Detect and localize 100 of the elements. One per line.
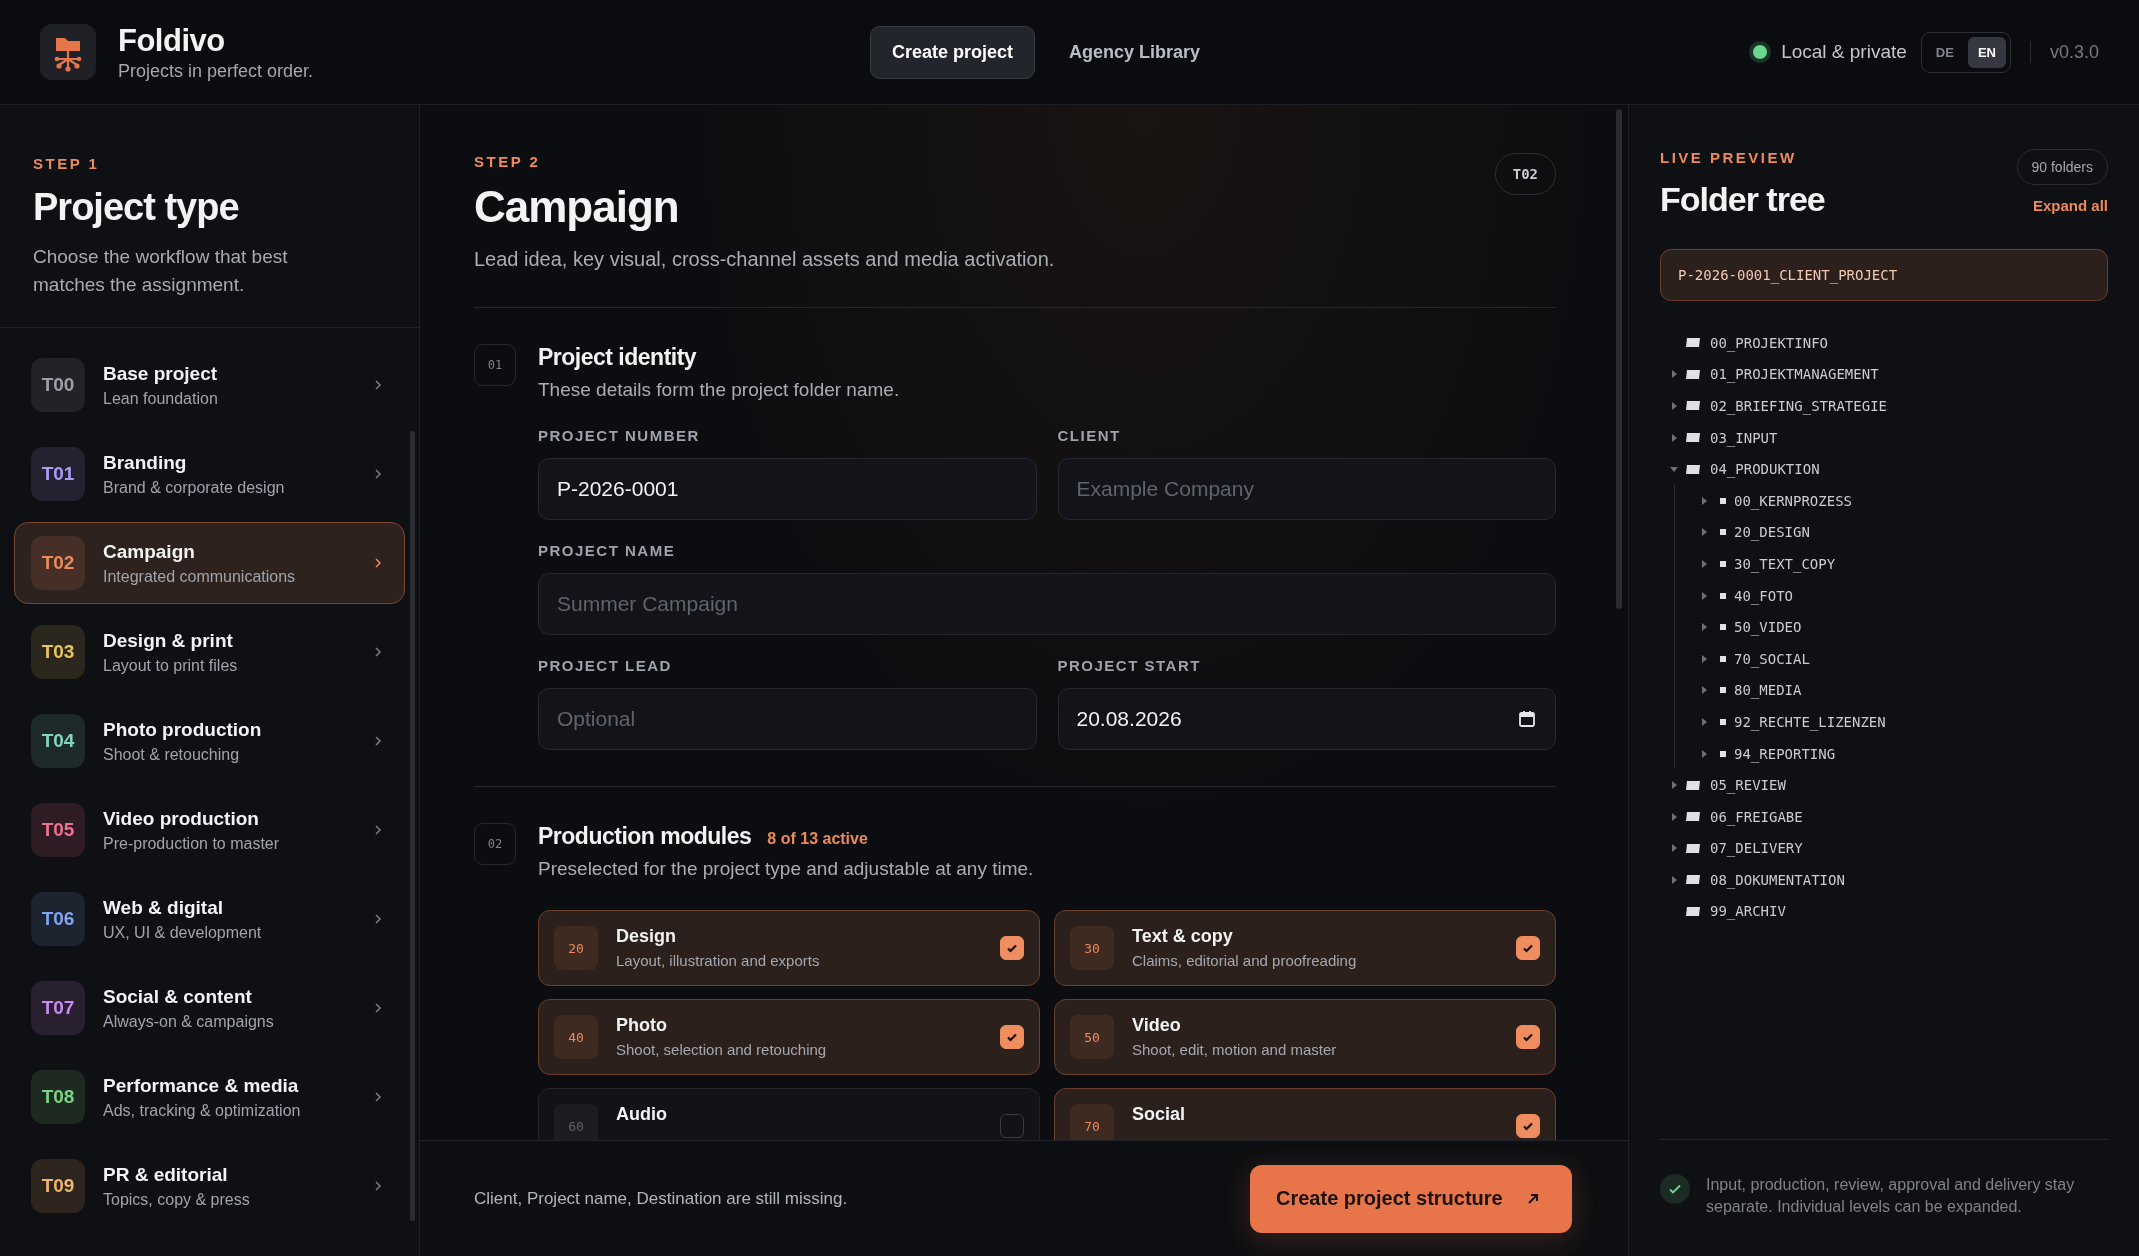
checkbox[interactable]: [1516, 1025, 1540, 1049]
section-subtitle: These details form the project folder name.: [538, 379, 901, 401]
folder-icon: [1686, 875, 1701, 885]
caret-icon[interactable]: [1670, 781, 1678, 790]
folder-name[interactable]: 03_INPUT: [1710, 429, 1778, 446]
folder-name[interactable]: 08_DOKUMENTATION: [1710, 871, 1845, 888]
caret-icon[interactable]: [1670, 402, 1678, 410]
project-type-item[interactable]: T04 Photo production Shoot & retouching: [14, 700, 405, 782]
folder-name[interactable]: 40_FOTO: [1734, 587, 1793, 604]
calendar-icon[interactable]: [1518, 710, 1536, 728]
folder-icon: [1720, 750, 1726, 757]
section-description: Choose the workflow that best matches the assignment.: [33, 245, 289, 297]
scrollbar[interactable]: [1616, 109, 1622, 609]
project-type-item[interactable]: T09 PR & editorial Topics, copy & press: [14, 1145, 405, 1227]
version-label: v0.3.0: [2049, 41, 2099, 63]
folder-name[interactable]: 80_MEDIA: [1734, 682, 1802, 699]
chevron-icon: [374, 646, 382, 658]
module-title: Audio: [616, 1104, 668, 1125]
caret-icon[interactable]: [1700, 528, 1708, 537]
project-type-item[interactable]: T07 Social & content Always-on & campaigns: [14, 967, 405, 1049]
folder-name[interactable]: 20_DESIGN: [1734, 524, 1810, 541]
checkbox[interactable]: [1000, 936, 1024, 960]
expand-all-link[interactable]: Expand all: [2032, 197, 2108, 214]
folder-name[interactable]: 00_PROJEKTINFO: [1710, 334, 1828, 351]
caret-icon[interactable]: [1700, 496, 1708, 505]
folder-name[interactable]: 70_SOCIAL: [1734, 650, 1810, 667]
caret-icon[interactable]: [1700, 749, 1708, 758]
checkbox[interactable]: [1516, 1114, 1540, 1138]
date-field[interactable]: 20.08.2026: [1057, 688, 1556, 750]
type-code: T08: [41, 1086, 75, 1108]
nav-tab[interactable]: Agency Library: [1047, 25, 1223, 79]
active-count: 8 of 13 active: [767, 830, 868, 848]
folder-name[interactable]: 02_BRIEFING_STRATEGIE: [1710, 398, 1887, 414]
chevron-icon: [374, 1091, 382, 1103]
status-label: Local & private: [1781, 41, 1907, 63]
scrollbar[interactable]: [410, 431, 415, 1221]
caret-icon[interactable]: [1700, 559, 1708, 568]
folder-name[interactable]: 92_RECHTE_LIZENZEN: [1734, 713, 1886, 730]
caret-icon[interactable]: [1670, 465, 1678, 474]
input-field[interactable]: Optional: [538, 688, 1037, 750]
folder-name[interactable]: 04_PRODUKTION: [1710, 461, 1820, 478]
caret-icon[interactable]: [1700, 717, 1708, 726]
language-option[interactable]: DE: [1925, 36, 1964, 68]
project-type-item[interactable]: T06 Web & digital UX, UI & development: [14, 878, 405, 960]
folder-icon: [1720, 624, 1726, 631]
folder-name[interactable]: 50_VIDEO: [1734, 619, 1802, 636]
folder-name[interactable]: 99_ARCHIV: [1710, 903, 1786, 920]
type-code: T04: [41, 730, 75, 752]
module-card[interactable]: 50 Video Shoot, edit, motion and master: [1054, 999, 1556, 1075]
module-card[interactable]: 40 Photo Shoot, selection and retouching: [538, 999, 1040, 1075]
module-code: 60: [554, 1104, 598, 1140]
module-card[interactable]: 30 Text & copy Claims, editorial and proofreading: [1054, 910, 1556, 986]
module-card[interactable]: 70 Social: [1054, 1088, 1556, 1140]
project-type-item[interactable]: T02 Campaign Integrated communications: [14, 522, 405, 604]
type-title: Base project: [103, 362, 219, 385]
caret-icon[interactable]: [1700, 591, 1708, 600]
caret-icon[interactable]: [1670, 875, 1678, 884]
create-structure-button[interactable]: Create project structure: [1250, 1164, 1572, 1233]
caret-icon[interactable]: [1700, 686, 1708, 695]
input-field[interactable]: Example Company: [1057, 458, 1556, 520]
type-subtitle: Lean foundation: [103, 389, 219, 408]
module-code: 70: [1070, 1104, 1114, 1140]
folder-name[interactable]: 05_REVIEW: [1710, 777, 1786, 794]
checkbox[interactable]: [1000, 1025, 1024, 1049]
input-field[interactable]: P-2026-0001: [538, 458, 1037, 520]
folder-icon: [1720, 497, 1726, 504]
caret-icon[interactable]: [1700, 623, 1708, 632]
folder-name[interactable]: 06_FREIGABE: [1710, 808, 1803, 825]
caret-icon[interactable]: [1670, 370, 1678, 379]
project-type-item[interactable]: T01 Branding Brand & corporate design: [14, 433, 405, 515]
caret-icon[interactable]: [1700, 654, 1708, 663]
folder-name[interactable]: 94_REPORTING: [1734, 745, 1836, 762]
checkbox[interactable]: [1516, 936, 1540, 960]
folder-name[interactable]: 00_KERNPROZESS: [1734, 492, 1852, 509]
caret-icon[interactable]: [1670, 433, 1678, 442]
app-tagline: Projects in perfect order.: [118, 60, 314, 82]
project-type-item[interactable]: T00 Base project Lean foundation: [14, 344, 405, 426]
language-option[interactable]: EN: [1967, 36, 2006, 68]
input-field[interactable]: Summer Campaign: [538, 573, 1556, 635]
folder-name[interactable]: 07_DELIVERY: [1710, 840, 1803, 857]
module-card[interactable]: 20 Design Layout, illustration and exports: [538, 910, 1040, 986]
folder-icon: [1686, 369, 1701, 379]
module-card[interactable]: 60 Audio: [538, 1088, 1040, 1140]
type-title: Branding: [103, 451, 188, 474]
type-code: T02: [41, 552, 75, 574]
section-title: Project identity: [538, 344, 698, 371]
project-type-item[interactable]: T03 Design & print Layout to print files: [14, 611, 405, 693]
project-type-item[interactable]: T08 Performance & media Ads, tracking & optimization: [14, 1056, 405, 1138]
module-code: 40: [554, 1015, 598, 1059]
nav-tab[interactable]: Create project: [870, 25, 1036, 79]
type-subtitle: Always-on & campaigns: [103, 1012, 275, 1031]
folder-name[interactable]: 01_PROJEKTMANAGEMENT: [1710, 366, 1879, 383]
caret-icon[interactable]: [1670, 844, 1678, 853]
checkbox[interactable]: [1000, 1114, 1024, 1138]
type-subtitle: Brand & corporate design: [103, 478, 286, 497]
section-number: 01: [474, 344, 516, 386]
folder-name[interactable]: 30_TEXT_COPY: [1734, 555, 1836, 572]
project-type-item[interactable]: T05 Video production Pre-production to master: [14, 789, 405, 871]
caret-icon[interactable]: [1670, 812, 1678, 821]
step-label: STEP 2: [474, 153, 542, 170]
